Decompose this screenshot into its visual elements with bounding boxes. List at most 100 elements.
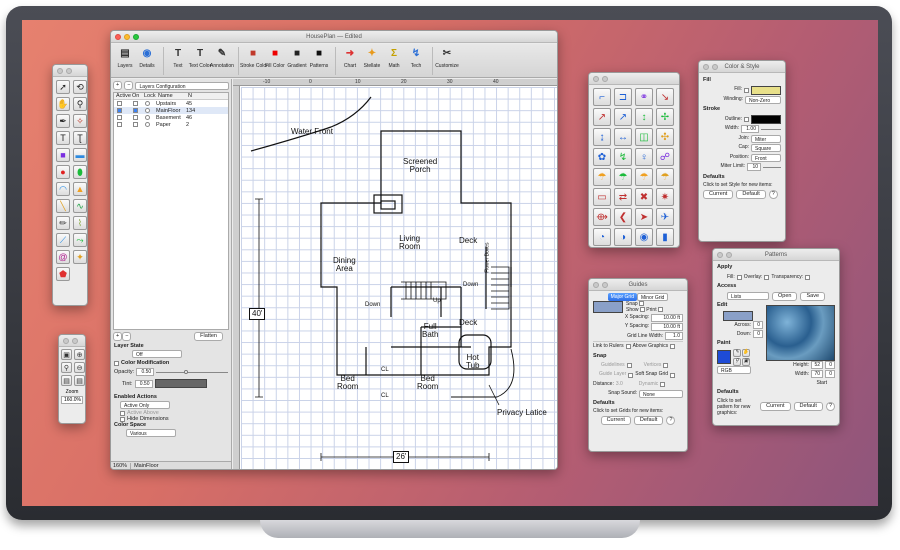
pat-w2-field[interactable]: 0 [825,370,835,379]
eyedropper-icon[interactable]: ⚲ [733,357,741,366]
shape-tool-13-icon[interactable]: ✿ [593,148,611,166]
join-popup[interactable]: Miter [751,134,781,143]
shape-tool-11-icon[interactable]: ◫ [635,128,653,146]
shape-tool-2-icon[interactable]: ⊐ [614,88,632,106]
tint-swatch[interactable] [154,379,207,388]
print-checkbox[interactable] [657,307,663,313]
spiral-icon[interactable]: ∿ [73,199,87,213]
y-spacing-field[interactable]: 10.00 ft [651,322,683,331]
layer-lock-radio[interactable] [145,100,150,106]
pat-fill-checkbox[interactable] [736,274,742,280]
wand-icon[interactable]: ✧ [73,114,87,128]
winding-popup[interactable]: Non-Zero [745,95,781,104]
layer-checkbox[interactable] [117,107,122,113]
toolbar-fill-color-button[interactable]: ■ Fill Color [265,44,285,69]
vertices-checkbox[interactable] [663,363,669,369]
position-popup[interactable]: Front [751,153,781,162]
guides-default-button[interactable]: Default [633,416,664,426]
snap-sound-popup[interactable]: None [639,389,683,398]
floor-plan[interactable]: Water Front Screened Porch Living Room D… [241,87,557,469]
triangle-icon[interactable]: ▲ [73,182,87,196]
pentagon-icon[interactable]: ⬟ [56,267,70,281]
fill-checkbox[interactable] [744,87,749,93]
minimize-button[interactable] [124,34,130,40]
soft-snap-checkbox[interactable] [670,372,676,378]
zoom-icon[interactable]: ⚲ [61,362,72,373]
pattern-preview[interactable] [766,304,835,361]
layer-lock-radio[interactable] [145,114,150,120]
toolbar-stroke-color-button[interactable]: ■ Stroke Color [240,44,268,69]
shape-tool-3-icon[interactable]: ⚭ [635,88,653,106]
layer-row[interactable]: Basement 46 [114,114,228,121]
text-tool-icon[interactable]: T [56,131,70,145]
toolbar-chart-button[interactable]: ➜ Chart [340,44,360,69]
zoom-out-icon[interactable]: ⊖ [74,362,85,373]
current-button[interactable]: Current [703,190,734,200]
overlay-checkbox[interactable] [764,274,770,280]
line-icon[interactable]: ╲ [56,199,70,213]
curve-icon[interactable]: ⤳ [73,233,87,247]
select-arrow-icon[interactable]: ➚ [56,80,70,94]
edit-swatch[interactable] [723,310,753,321]
remove-state-button[interactable]: − [122,332,132,341]
miter-field[interactable]: 10 [747,163,761,172]
layer-checkbox[interactable] [133,121,138,127]
toolbar-stellate-button[interactable]: ✦ Stellate [362,44,382,69]
active-above-checkbox[interactable] [120,410,125,416]
distance-value[interactable]: 3.0 [616,380,623,389]
link-rulers-checkbox[interactable] [625,343,631,349]
outline-checkbox[interactable] [744,117,749,123]
paint-swatch[interactable] [717,350,731,365]
active-only-popup[interactable]: Active Only [120,401,170,409]
shape-tool-7-icon[interactable]: ↕ [635,108,653,126]
drawing-canvas[interactable]: -10 0 10 20 30 40 Water Front Screened P… [233,79,557,469]
toolbar-tech-button[interactable]: ↯ Tech [406,44,426,69]
zoom-fit-icon[interactable]: ▣ [61,349,72,360]
page-icon[interactable]: ▤ [61,375,72,386]
width-slider[interactable] [761,128,781,130]
grid-line-width-field[interactable]: 1.0 [665,332,683,341]
width-field[interactable]: 1.00 [741,125,759,134]
toolbar-text-color-button[interactable]: T Text Color [189,44,212,69]
guides-current-button[interactable]: Current [600,416,631,426]
circle-icon[interactable]: ● [56,165,70,179]
layer-row[interactable]: MainFloor 134 [114,107,228,114]
toolbar-math-button[interactable]: Σ Math [384,44,404,69]
pen-icon[interactable]: ✒ [56,114,70,128]
layers-config-popup[interactable]: Layers Configuration [135,81,229,90]
pat-default-button[interactable]: Default [793,402,823,412]
down-field[interactable]: 0 [753,330,763,339]
pat-h2-field[interactable]: 0 [825,361,835,370]
outline-swatch[interactable] [751,115,781,125]
close-button[interactable] [115,34,121,40]
toolbar-layers-button[interactable]: ▤ Layers [115,44,135,69]
brush-icon[interactable]: ⌇ [73,216,87,230]
hand-icon[interactable]: ✋ [742,348,750,357]
shape-tool-17-icon[interactable]: ☂ [593,168,611,186]
shape-tool-29-icon[interactable]: ◔ [593,228,611,246]
remove-layer-button[interactable]: − [124,81,134,90]
toolbar-customize-button[interactable]: ✂ Customize [435,44,459,69]
add-layer-button[interactable]: + [113,81,123,90]
layer-lock-radio[interactable] [145,121,150,127]
color-mod-checkbox[interactable] [114,360,119,366]
layer-checkbox[interactable] [117,114,122,120]
square-icon[interactable]: ■ [56,148,70,162]
hand-icon[interactable]: ✋ [56,97,70,111]
shape-tool-22-icon[interactable]: ⇄ [614,188,632,206]
layer-state-popup[interactable]: Off [132,350,182,358]
tab-minor-grid[interactable]: Minor Grid [637,293,669,301]
shape-tool-5-icon[interactable]: ↗ [593,108,611,126]
opacity-field[interactable]: 0.50 [136,368,155,376]
rectangle-icon[interactable]: ▬ [73,148,87,162]
shape-tool-26-icon[interactable]: ❮ [614,208,632,226]
shape-tool-19-icon[interactable]: ☂ [635,168,653,186]
save-button[interactable]: Save [800,291,826,301]
layer-status[interactable]: MainFloor [130,462,159,469]
zoom-button[interactable] [133,34,139,40]
flatten-button[interactable]: Flatten [194,332,223,341]
shape-tool-8-icon[interactable]: ✢ [656,108,674,126]
help-button[interactable]: ? [768,190,778,200]
layer-checkbox[interactable] [133,114,138,120]
shape-tool-27-icon[interactable]: ➤ [635,208,653,226]
